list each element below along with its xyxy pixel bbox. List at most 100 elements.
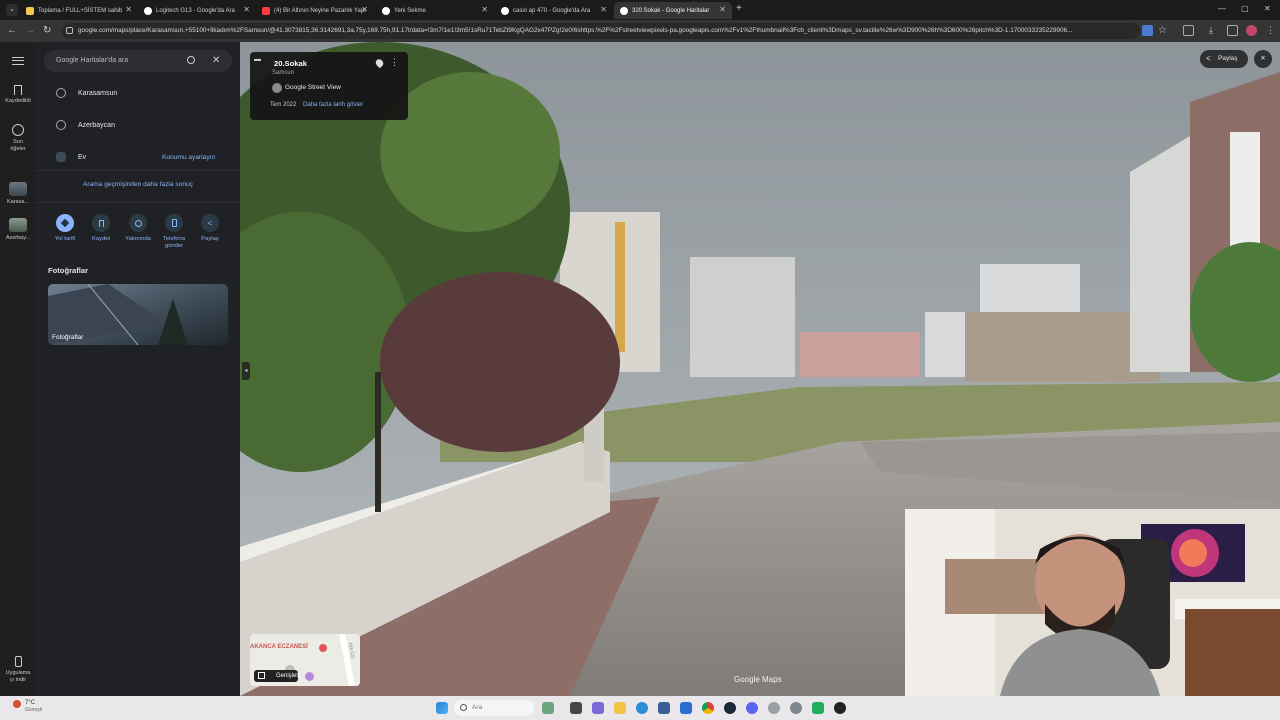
share-icon: < <box>201 214 219 232</box>
windows-taskbar: 7°C Güneşli Ara <box>0 696 1280 720</box>
close-tab-icon[interactable]: ✕ <box>243 5 250 14</box>
history-item-label: Karasamsun <box>78 89 118 97</box>
expand-button[interactable]: Genişlet <box>254 670 298 682</box>
minimize-icon[interactable]: — <box>1218 4 1226 13</box>
chrome-icon[interactable] <box>702 702 714 714</box>
browser-tab[interactable]: (4) Bir Altının Neyine Pazarlık Yapı ✕ <box>256 2 374 19</box>
steam-icon[interactable] <box>724 702 736 714</box>
forward-icon[interactable]: → <box>25 25 35 36</box>
photos-thumbnail[interactable]: Fotoğraflar <box>48 284 228 345</box>
action-label: Kaydet <box>91 236 111 242</box>
taskbar-search[interactable]: Ara <box>454 700 534 716</box>
browser-tab-bar: ⌄ Toplama / FULL+SİSTEM sahib ✕ Logitech… <box>0 0 1280 20</box>
app-icon[interactable] <box>768 702 780 714</box>
close-tab-icon[interactable]: ✕ <box>719 5 726 14</box>
capture-date: Tem 2022 <box>270 102 297 108</box>
close-icon[interactable]: ✕ <box>212 50 220 72</box>
url-text: google.com/maps/place/Karasamsun,+55100+… <box>78 27 1073 34</box>
site-info-icon[interactable] <box>66 27 73 34</box>
copilot-icon[interactable] <box>592 702 604 714</box>
phone-icon <box>165 214 183 232</box>
close-tab-icon[interactable]: ✕ <box>600 5 607 14</box>
close-tab-icon[interactable]: ✕ <box>361 5 368 14</box>
browser-tab[interactable]: Toplama / FULL+SİSTEM sahib ✕ <box>20 2 138 19</box>
divider <box>36 202 240 203</box>
back-icon[interactable]: ▬ <box>254 56 261 63</box>
profile-avatar[interactable] <box>1246 25 1257 36</box>
sidepanel-icon[interactable] <box>1227 25 1238 36</box>
file-explorer-icon[interactable] <box>614 702 626 714</box>
action-label: Yol tarifi <box>54 236 76 242</box>
settings-icon[interactable] <box>790 702 802 714</box>
close-tab-icon[interactable]: ✕ <box>125 5 132 14</box>
star-icon[interactable]: ☆ <box>1158 25 1169 36</box>
search-panel: Google Haritalar'da ara ✕ Karasamsun Aze… <box>36 42 240 696</box>
rail-item-recent-place[interactable]: Azerbay... <box>0 218 36 242</box>
pin-icon[interactable] <box>374 57 385 69</box>
weather-temp[interactable]: 7°C <box>25 700 35 706</box>
search-icon[interactable] <box>187 56 195 64</box>
rail-item-recent-place[interactable]: Karasa... <box>0 182 36 206</box>
widgets-icon[interactable] <box>542 702 554 714</box>
more-history-results-link[interactable]: Arama geçmişinden daha fazla sonuç <box>36 181 240 188</box>
rail-item-label: Kaydedildi <box>5 98 31 104</box>
maps-watermark: Google Maps <box>734 675 782 684</box>
close-window-icon[interactable]: ✕ <box>1264 4 1271 13</box>
rail-item-saved[interactable]: Kaydedildi <box>0 85 36 105</box>
tab-label: Toplama / FULL+SİSTEM sahib <box>38 7 123 14</box>
windows-start-icon[interactable] <box>436 702 448 714</box>
history-item-label: Ev <box>78 153 87 161</box>
collapse-panel-handle[interactable]: ◂ <box>242 362 250 380</box>
translate-icon[interactable] <box>1142 25 1153 36</box>
hamburger-icon[interactable] <box>12 57 24 65</box>
browser-tab[interactable]: casio ap 470 - Google'da Ara ✕ <box>495 2 613 19</box>
url-field[interactable]: google.com/maps/place/Karasamsun,+55100+… <box>62 23 1140 39</box>
taskbar-search-placeholder: Ara <box>472 704 483 711</box>
provider-label: Google Street View <box>285 84 341 91</box>
tab-search-icon[interactable]: ⌄ <box>6 4 18 16</box>
send-to-phone-button[interactable]: Telefona gönder <box>156 214 192 250</box>
download-icon[interactable]: ⤓ <box>1209 25 1220 36</box>
menu-dots-icon[interactable]: ⋮ <box>1266 25 1277 36</box>
clock-icon <box>56 120 66 130</box>
rail-item-recent[interactable]: Son öğeler <box>0 124 36 153</box>
discord-icon[interactable] <box>746 702 758 714</box>
media-player-icon[interactable] <box>834 702 846 714</box>
history-item[interactable]: Karasamsun <box>56 88 117 98</box>
mail-icon[interactable] <box>680 702 692 714</box>
weather-condition: Güneşli <box>25 707 42 713</box>
minimap[interactable]: AKANCA ECZANESİ Ata Cd. Genişlet <box>250 634 360 686</box>
extensions-icon[interactable] <box>1183 25 1194 36</box>
edge-icon[interactable] <box>636 702 648 714</box>
browser-tab[interactable]: Yeni Sekme ✕ <box>376 2 494 19</box>
nearby-button[interactable]: Yakınında <box>120 214 156 243</box>
close-streetview-button[interactable]: ✕ <box>1254 50 1272 68</box>
more-options-icon[interactable]: ⋮ <box>390 57 399 68</box>
pharmacy-icon <box>319 644 327 652</box>
directions-button[interactable]: Yol tarifi <box>47 214 83 243</box>
share-button[interactable]: < Paylaş <box>192 214 228 243</box>
app-icon[interactable] <box>812 702 824 714</box>
set-location-link[interactable]: Konumu ayarlayın <box>162 154 215 161</box>
store-icon[interactable] <box>658 702 670 714</box>
close-icon: ✕ <box>1260 55 1266 62</box>
history-item[interactable]: Azerbaycan <box>56 120 115 130</box>
search-input[interactable]: Google Haritalar'da ara ✕ <box>44 50 232 72</box>
layers-icon[interactable] <box>305 672 314 681</box>
download-app-link[interactable]: Uygulama yı indir <box>0 656 36 684</box>
more-dates-link[interactable]: Daha fazla tarih göster <box>303 102 363 108</box>
action-label: Telefona gönder <box>163 236 185 249</box>
task-view-icon[interactable] <box>570 702 582 714</box>
close-tab-icon[interactable]: ✕ <box>481 5 488 14</box>
maximize-icon[interactable]: ▢ <box>1241 4 1249 13</box>
webcam-image <box>905 509 1280 696</box>
reload-icon[interactable]: ↻ <box>43 25 51 36</box>
back-icon[interactable]: ← <box>7 25 17 36</box>
history-item-home[interactable]: Ev <box>56 152 86 162</box>
browser-tab[interactable]: Logitech G13 - Google'da Ara ✕ <box>138 2 256 19</box>
new-tab-button[interactable]: + <box>736 3 742 14</box>
browser-tab-active[interactable]: 320.Sokak - Google Haritalar ✕ <box>614 2 732 19</box>
share-button[interactable]: < Paylaş <box>1200 50 1248 68</box>
search-placeholder: Google Haritalar'da ara <box>56 57 129 64</box>
save-button[interactable]: Kaydet <box>83 214 119 243</box>
